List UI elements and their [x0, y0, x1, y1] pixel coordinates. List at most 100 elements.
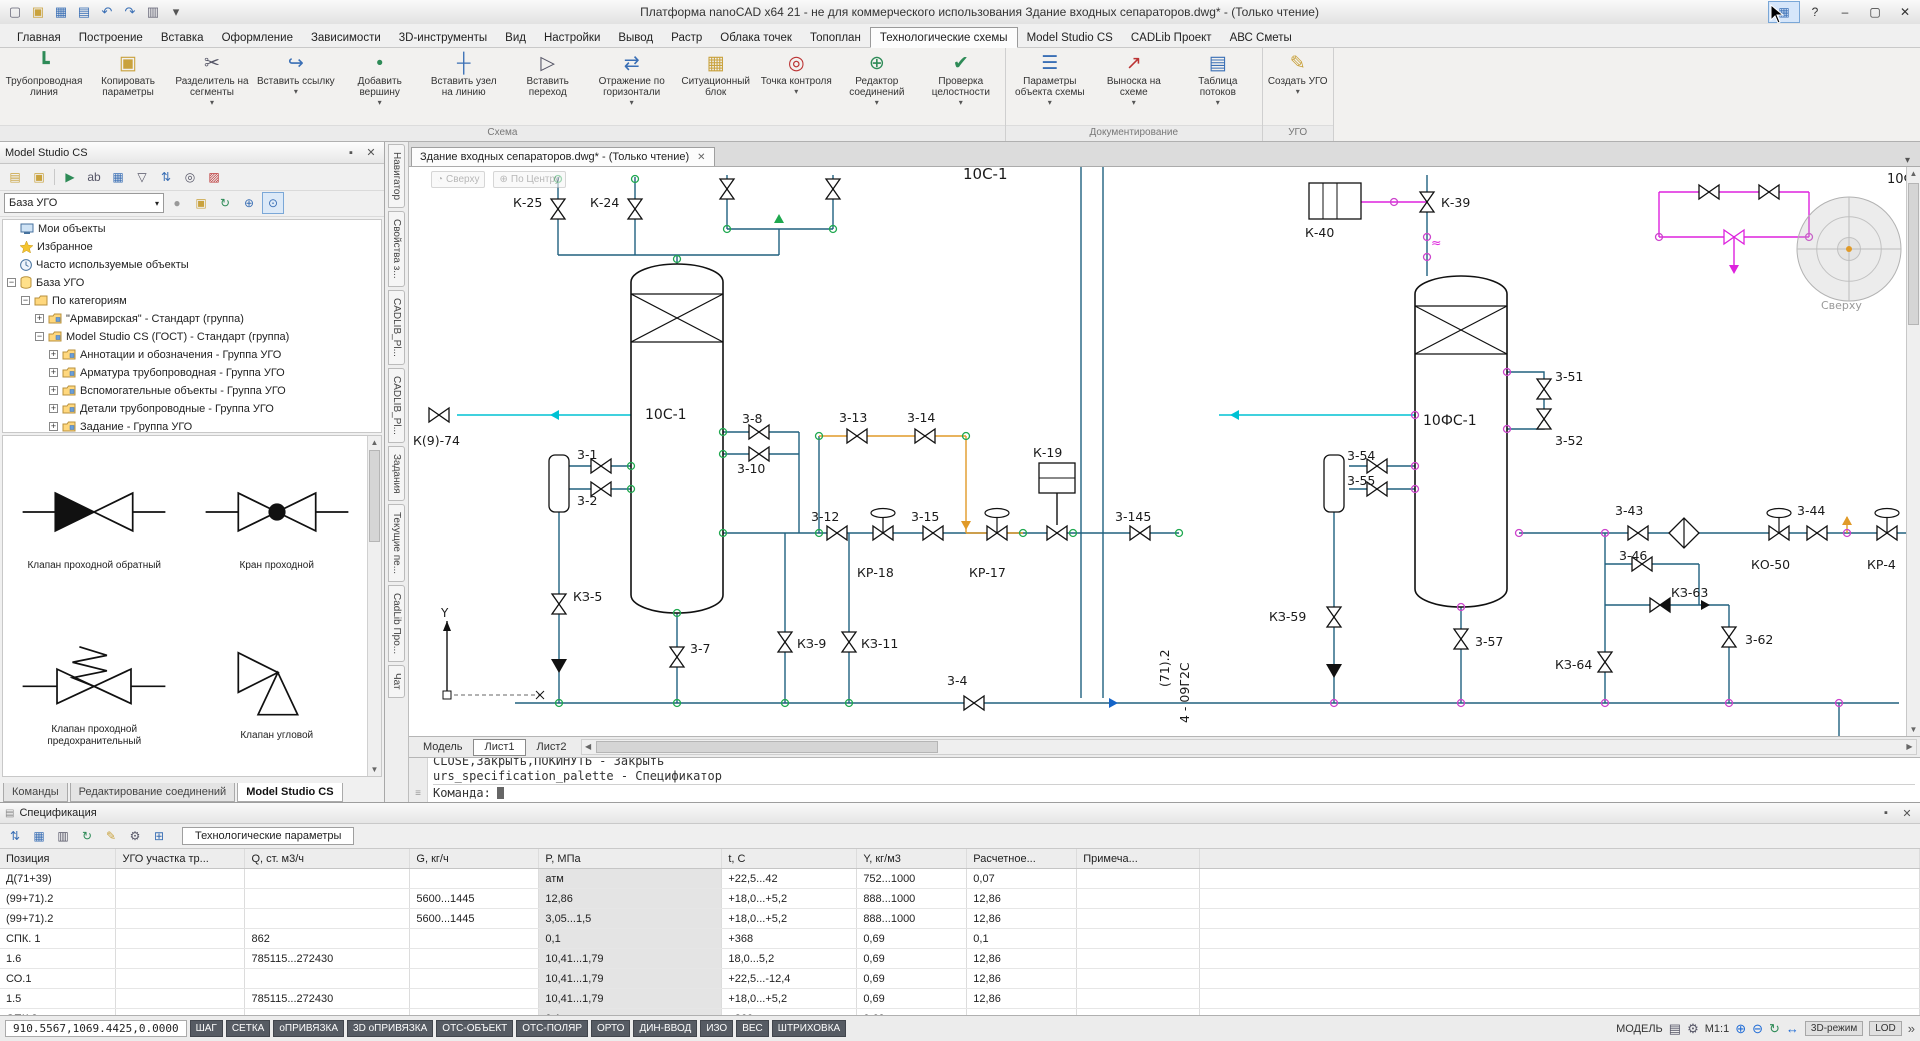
create-ugo-button[interactable]: ✎Создать УГО▾: [1265, 49, 1331, 124]
command-line[interactable]: CLOSE,Закрыть,ПОКИНУТЬ - Закрытьurs_spec…: [428, 758, 1920, 802]
sort-icon[interactable]: ⇅: [155, 166, 177, 188]
settings-icon[interactable]: ⚙: [124, 825, 146, 847]
valve[interactable]: [1699, 185, 1719, 199]
valve[interactable]: [1759, 185, 1779, 199]
horizontal-scrollbar[interactable]: ◀ ▶: [581, 739, 1917, 755]
tree-item[interactable]: +Аннотации и обозначения - Группа УГО: [3, 346, 381, 364]
scroll-left-icon[interactable]: ◀: [582, 740, 595, 754]
expand-icon[interactable]: +: [49, 404, 58, 413]
flow-table-button[interactable]: ▤Таблица потоков▾: [1176, 49, 1260, 124]
symbol-cell[interactable]: Клапан угловой: [186, 606, 369, 776]
valve[interactable]: [1628, 526, 1648, 540]
table-row[interactable]: Д(71+39)атм+22,5...42752...10000,07: [0, 869, 1920, 889]
ribbon-tab-6[interactable]: 3D-инструменты: [390, 28, 496, 47]
connection-editor-button[interactable]: ⊕Редактор соединений▾: [835, 49, 919, 124]
docked-panel-tab[interactable]: CadLib Про...: [388, 585, 405, 662]
integrity-check-button[interactable]: ✔Проверка целостности▾: [919, 49, 1003, 124]
tab-list-icon[interactable]: ▾: [1897, 155, 1918, 166]
toggle-опривязка[interactable]: оПРИВЯЗКА: [273, 1020, 344, 1037]
vessel[interactable]: [631, 264, 723, 613]
pin-icon[interactable]: ▪: [1878, 807, 1894, 819]
restore-icon[interactable]: ▢: [1860, 2, 1890, 22]
expand-icon[interactable]: +: [49, 386, 58, 395]
valve[interactable]: [551, 199, 565, 219]
docked-panel-tab[interactable]: CADLIB_Pl...: [388, 368, 405, 443]
valve[interactable]: [1047, 526, 1067, 540]
scroll-down-icon[interactable]: ▼: [368, 763, 381, 776]
vertical-scrollbar[interactable]: ▲ ▼: [1906, 167, 1920, 736]
valve[interactable]: [1537, 379, 1551, 399]
ribbon-tab-10[interactable]: Растр: [662, 28, 711, 47]
more-icon[interactable]: ▾: [165, 3, 187, 22]
docked-panel-tab[interactable]: Текущие пе...: [388, 504, 405, 582]
find-icon[interactable]: ◎: [179, 166, 201, 188]
collapse-icon[interactable]: −: [7, 278, 16, 287]
tab-tech-parameters[interactable]: Технологические параметры: [182, 827, 354, 845]
valve[interactable]: [1767, 509, 1791, 541]
insert-link-button[interactable]: ↪Вставить ссылку▾: [254, 49, 338, 124]
drain-funnel[interactable]: [551, 659, 567, 673]
valve[interactable]: [1669, 518, 1699, 548]
close-icon[interactable]: ✕: [1890, 2, 1920, 22]
table-row[interactable]: (99+71).25600...144512,86+18,0...+5,2888…: [0, 889, 1920, 909]
toggle-3d-опривязка[interactable]: 3D оПРИВЯЗКА: [347, 1020, 433, 1037]
palette-icon[interactable]: ▨: [203, 166, 225, 188]
toggle-вес[interactable]: ВЕС: [736, 1020, 769, 1037]
refresh-icon[interactable]: ↻: [214, 192, 236, 214]
palette-tab[interactable]: Команды: [3, 783, 68, 802]
refresh-icon[interactable]: ↻: [1769, 1021, 1780, 1037]
valve[interactable]: [720, 179, 734, 199]
palette-tab[interactable]: Model Studio CS: [237, 783, 342, 802]
view-compass[interactable]: [1797, 197, 1901, 301]
segment-splitter-button[interactable]: ✂Разделитель на сегменты▾: [170, 49, 254, 124]
valve[interactable]: [670, 647, 684, 667]
valve[interactable]: [1537, 409, 1551, 429]
valve[interactable]: [923, 526, 943, 540]
drain-funnel[interactable]: [1326, 664, 1342, 678]
view-chip[interactable]: ⊕По Центру: [493, 171, 565, 188]
symbol-cell[interactable]: Кран проходной: [186, 436, 369, 606]
table-row[interactable]: СПК. 18620,1+3680,690,1: [0, 929, 1920, 949]
globe-icon[interactable]: ⊕: [238, 192, 260, 214]
view-chip[interactable]: ◔Сверху: [431, 171, 485, 188]
ribbon-tab-9[interactable]: Вывод: [609, 28, 662, 47]
expand-icon[interactable]: +: [35, 314, 44, 323]
zoom-out-icon[interactable]: ⊖: [1752, 1021, 1763, 1037]
layout-tab[interactable]: Лист1: [473, 739, 525, 756]
folder-plus-icon[interactable]: ▣: [190, 192, 212, 214]
help-icon[interactable]: ?: [1800, 2, 1830, 22]
scroll-right-icon[interactable]: ▶: [1903, 740, 1916, 754]
insert-transition-button[interactable]: ▷Вставить переход: [506, 49, 590, 124]
valve[interactable]: [1650, 598, 1670, 612]
pan-icon[interactable]: ↔: [1786, 1021, 1799, 1036]
docked-panel-tab[interactable]: CADLIB_Pl...: [388, 290, 405, 365]
docked-panel-tab[interactable]: Чат: [388, 665, 405, 698]
control-point-button[interactable]: ◎Точка контроля▾: [758, 49, 835, 124]
heat-exchanger[interactable]: [1309, 183, 1361, 219]
tree-item[interactable]: −База УГО: [3, 274, 381, 292]
valve[interactable]: [847, 429, 867, 443]
valve[interactable]: [552, 594, 566, 614]
minimize-icon[interactable]: –: [1830, 2, 1860, 22]
toggle-отс-поляр[interactable]: ОТС-ПОЛЯР: [516, 1020, 588, 1037]
table-row[interactable]: 1.6785115...27243010,41...1,7918,0...5,2…: [0, 949, 1920, 969]
layout-tab[interactable]: Лист2: [526, 739, 578, 756]
close-icon[interactable]: ✕: [1899, 807, 1915, 820]
print-icon[interactable]: ▥: [142, 3, 164, 22]
tree-item[interactable]: Избранное: [3, 238, 381, 256]
tree-item[interactable]: +Детали трубопроводные - Группа УГО: [3, 400, 381, 418]
expand-icon[interactable]: +: [49, 422, 58, 431]
docked-panel-tab[interactable]: Свойства з...: [388, 211, 405, 287]
object-params-button[interactable]: ☰Параметры объекта схемы▾: [1008, 49, 1092, 124]
valve[interactable]: [1327, 607, 1341, 627]
toggle-дин-ввод[interactable]: ДИН-ВВОД: [633, 1020, 697, 1037]
valve[interactable]: [628, 199, 642, 219]
valve[interactable]: [1130, 526, 1150, 540]
valve[interactable]: [985, 509, 1009, 541]
valve[interactable]: [749, 425, 769, 439]
close-icon[interactable]: ✕: [697, 152, 705, 163]
table-row[interactable]: 1.5785115...27243010,41...1,79+18,0...+5…: [0, 989, 1920, 1009]
pipeline-button[interactable]: ┗Трубопроводная линия: [2, 49, 86, 124]
zoom-in-icon[interactable]: ⊕: [1735, 1021, 1746, 1037]
valve[interactable]: [842, 632, 856, 652]
